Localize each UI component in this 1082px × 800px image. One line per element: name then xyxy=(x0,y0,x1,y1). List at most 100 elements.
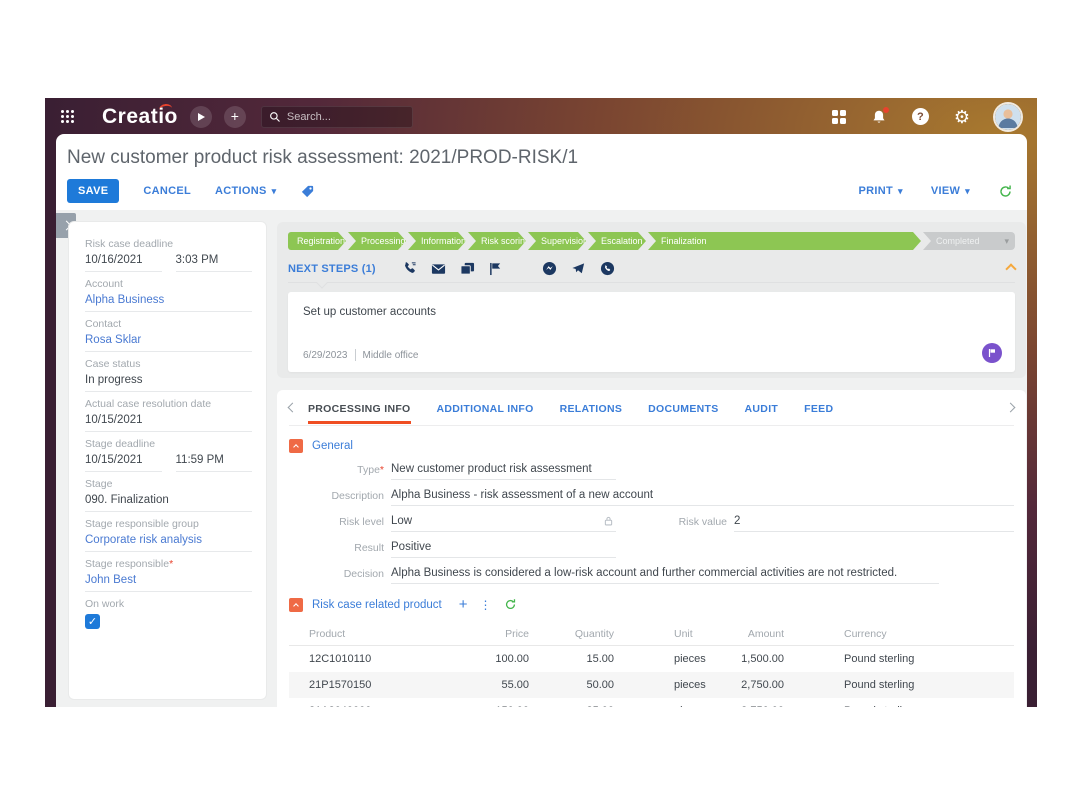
col-amount[interactable]: Amount xyxy=(714,628,784,640)
field-type: Type* New customer product risk assessme… xyxy=(289,463,1014,480)
section-title[interactable]: General xyxy=(312,440,353,452)
field-contact: Contact Rosa Sklar xyxy=(85,318,252,358)
stage-progress-bar: Registration Processing Information pr..… xyxy=(288,232,1015,250)
notifications-bell-icon[interactable] xyxy=(871,109,887,125)
tag-icon[interactable] xyxy=(300,184,315,199)
add-record-icon[interactable]: + xyxy=(459,597,468,612)
required-asterisk: * xyxy=(380,464,384,476)
col-unit[interactable]: Unit xyxy=(614,628,714,640)
stage-responsible-group-link[interactable]: Corporate risk analysis xyxy=(85,534,252,552)
caret-down-icon: ▾ xyxy=(898,186,903,197)
task-meta: 6/29/2023 Middle office xyxy=(303,349,418,361)
collapse-section-icon[interactable] xyxy=(289,598,303,612)
related-products-table: Product Price Quantity Unit Amount Curre… xyxy=(289,622,1014,707)
next-steps-label[interactable]: NEXT STEPS (1) xyxy=(288,263,376,275)
field-risk-level-and-value: Risk level Low Risk value 2 xyxy=(289,515,1014,532)
risk-case-deadline-time-input[interactable]: 3:03 PM xyxy=(176,254,253,272)
actual-resolution-date-input[interactable]: 10/15/2021 xyxy=(85,414,252,432)
table-row[interactable]: 12C1010110 100.00 15.00 pieces 1,500.00 … xyxy=(289,646,1014,672)
main-menu-icon[interactable] xyxy=(61,110,75,124)
col-price[interactable]: Price xyxy=(439,628,529,640)
stage-supervision[interactable]: Supervision xyxy=(528,232,586,250)
stage-deadline-date-input[interactable]: 10/15/2021 xyxy=(85,454,162,472)
tab-processing-info[interactable]: PROCESSING INFO xyxy=(308,392,411,424)
case-status-input[interactable]: In progress xyxy=(85,374,252,392)
table-header-row: Product Price Quantity Unit Amount Curre… xyxy=(289,622,1014,646)
field-stage: Stage 090. Finalization xyxy=(85,478,252,518)
stage-responsible-link[interactable]: John Best xyxy=(85,574,252,592)
stage-completed[interactable]: Completed ▾ xyxy=(923,232,1015,250)
page-title: New customer product risk assessment: 20… xyxy=(56,134,1027,169)
field-description: Description Alpha Business - risk assess… xyxy=(289,489,1014,506)
global-search[interactable] xyxy=(261,106,413,128)
caret-down-icon: ▾ xyxy=(1004,232,1009,250)
collapse-section-icon[interactable] xyxy=(289,439,303,453)
task-title: Set up customer accounts xyxy=(303,306,1001,318)
refresh-icon[interactable] xyxy=(998,184,1013,199)
table-row[interactable]: 21A3040000 150.00 25.00 pieces 3,750.00 … xyxy=(289,698,1014,707)
user-avatar[interactable] xyxy=(995,104,1021,130)
account-link[interactable]: Alpha Business xyxy=(85,294,252,312)
stage-escalation[interactable]: Escalation xyxy=(588,232,646,250)
stage-finalization[interactable]: Finalization xyxy=(648,232,921,250)
email-icon[interactable] xyxy=(431,263,446,275)
print-dropdown-button[interactable]: PRINT▾ xyxy=(859,185,903,197)
contact-link[interactable]: Rosa Sklar xyxy=(85,334,252,352)
table-row[interactable]: 21P1570150 55.00 50.00 pieces 2,750.00 P… xyxy=(289,672,1014,698)
type-input[interactable]: New customer product risk assessment xyxy=(391,463,616,480)
settings-gear-icon[interactable]: ⚙ xyxy=(954,108,970,126)
stage-registration[interactable]: Registration xyxy=(288,232,346,250)
next-step-task-card[interactable]: Set up customer accounts 6/29/2023 Middl… xyxy=(288,292,1015,372)
stage-deadline-time-input[interactable]: 11:59 PM xyxy=(176,454,253,472)
decision-input[interactable]: Alpha Business is considered a low-risk … xyxy=(391,567,939,584)
stage-input[interactable]: 090. Finalization xyxy=(85,494,252,512)
section-title[interactable]: Risk case related product xyxy=(312,599,442,611)
run-process-button[interactable] xyxy=(190,106,212,128)
search-input[interactable] xyxy=(287,111,405,123)
flag-icon[interactable] xyxy=(489,262,502,276)
risk-case-deadline-date-input[interactable]: 10/16/2021 xyxy=(85,254,162,272)
copy-tasks-icon[interactable] xyxy=(460,262,475,276)
whatsapp-icon[interactable] xyxy=(600,261,615,276)
col-quantity[interactable]: Quantity xyxy=(529,628,614,640)
help-icon[interactable]: ? xyxy=(912,108,929,125)
tab-feed[interactable]: FEED xyxy=(804,392,833,424)
stage-processing[interactable]: Processing xyxy=(348,232,406,250)
cancel-button[interactable]: CANCEL xyxy=(143,185,191,197)
field-actual-case-resolution-date: Actual case resolution date 10/15/2021 xyxy=(85,398,252,438)
save-button[interactable]: SAVE xyxy=(67,179,119,203)
workplaces-icon[interactable] xyxy=(832,110,846,124)
tab-documents[interactable]: DOCUMENTS xyxy=(648,392,718,424)
telegram-icon[interactable] xyxy=(571,261,586,276)
risk-value-input[interactable]: 2 xyxy=(734,515,1014,532)
tab-additional-info[interactable]: ADDITIONAL INFO xyxy=(437,392,534,424)
result-input[interactable]: Positive xyxy=(391,541,616,558)
call-icon[interactable] xyxy=(402,261,417,276)
task-date: 6/29/2023 xyxy=(303,350,348,361)
messenger-icon[interactable] xyxy=(542,261,557,276)
field-stage-responsible: Stage responsible* John Best xyxy=(85,558,252,598)
field-stage-deadline: Stage deadline 10/15/2021 11:59 PM xyxy=(85,438,252,478)
creatio-logo: Creatio xyxy=(102,105,178,129)
plus-icon: + xyxy=(231,109,239,123)
view-dropdown-button[interactable]: VIEW▾ xyxy=(931,185,970,197)
on-work-checkbox[interactable]: ✓ xyxy=(85,614,100,629)
stage-risk-scoring[interactable]: Risk scoring xyxy=(468,232,526,250)
risk-level-input[interactable]: Low xyxy=(391,515,616,532)
refresh-icon[interactable] xyxy=(504,598,517,611)
actions-dropdown-button[interactable]: ACTIONS▾ xyxy=(215,185,276,197)
quick-add-button[interactable]: + xyxy=(224,106,246,128)
tabs-scroll-right-icon[interactable] xyxy=(1006,403,1016,413)
stage-information-preparation[interactable]: Information pr... xyxy=(408,232,466,250)
more-options-icon[interactable]: ⋮ xyxy=(480,599,492,611)
description-input[interactable]: Alpha Business - risk assessment of a ne… xyxy=(391,489,1014,506)
col-currency[interactable]: Currency xyxy=(784,628,1014,640)
collapse-workflow-button[interactable] xyxy=(1007,260,1015,278)
flag-icon xyxy=(987,348,997,358)
col-product[interactable]: Product xyxy=(289,628,439,640)
tab-audit[interactable]: AUDIT xyxy=(745,392,779,424)
top-navigation-bar: Creatio + ? ⚙ xyxy=(45,98,1037,135)
tab-relations[interactable]: RELATIONS xyxy=(560,392,623,424)
task-flag-badge xyxy=(982,343,1002,363)
tabs-scroll-left-icon[interactable] xyxy=(288,403,298,413)
